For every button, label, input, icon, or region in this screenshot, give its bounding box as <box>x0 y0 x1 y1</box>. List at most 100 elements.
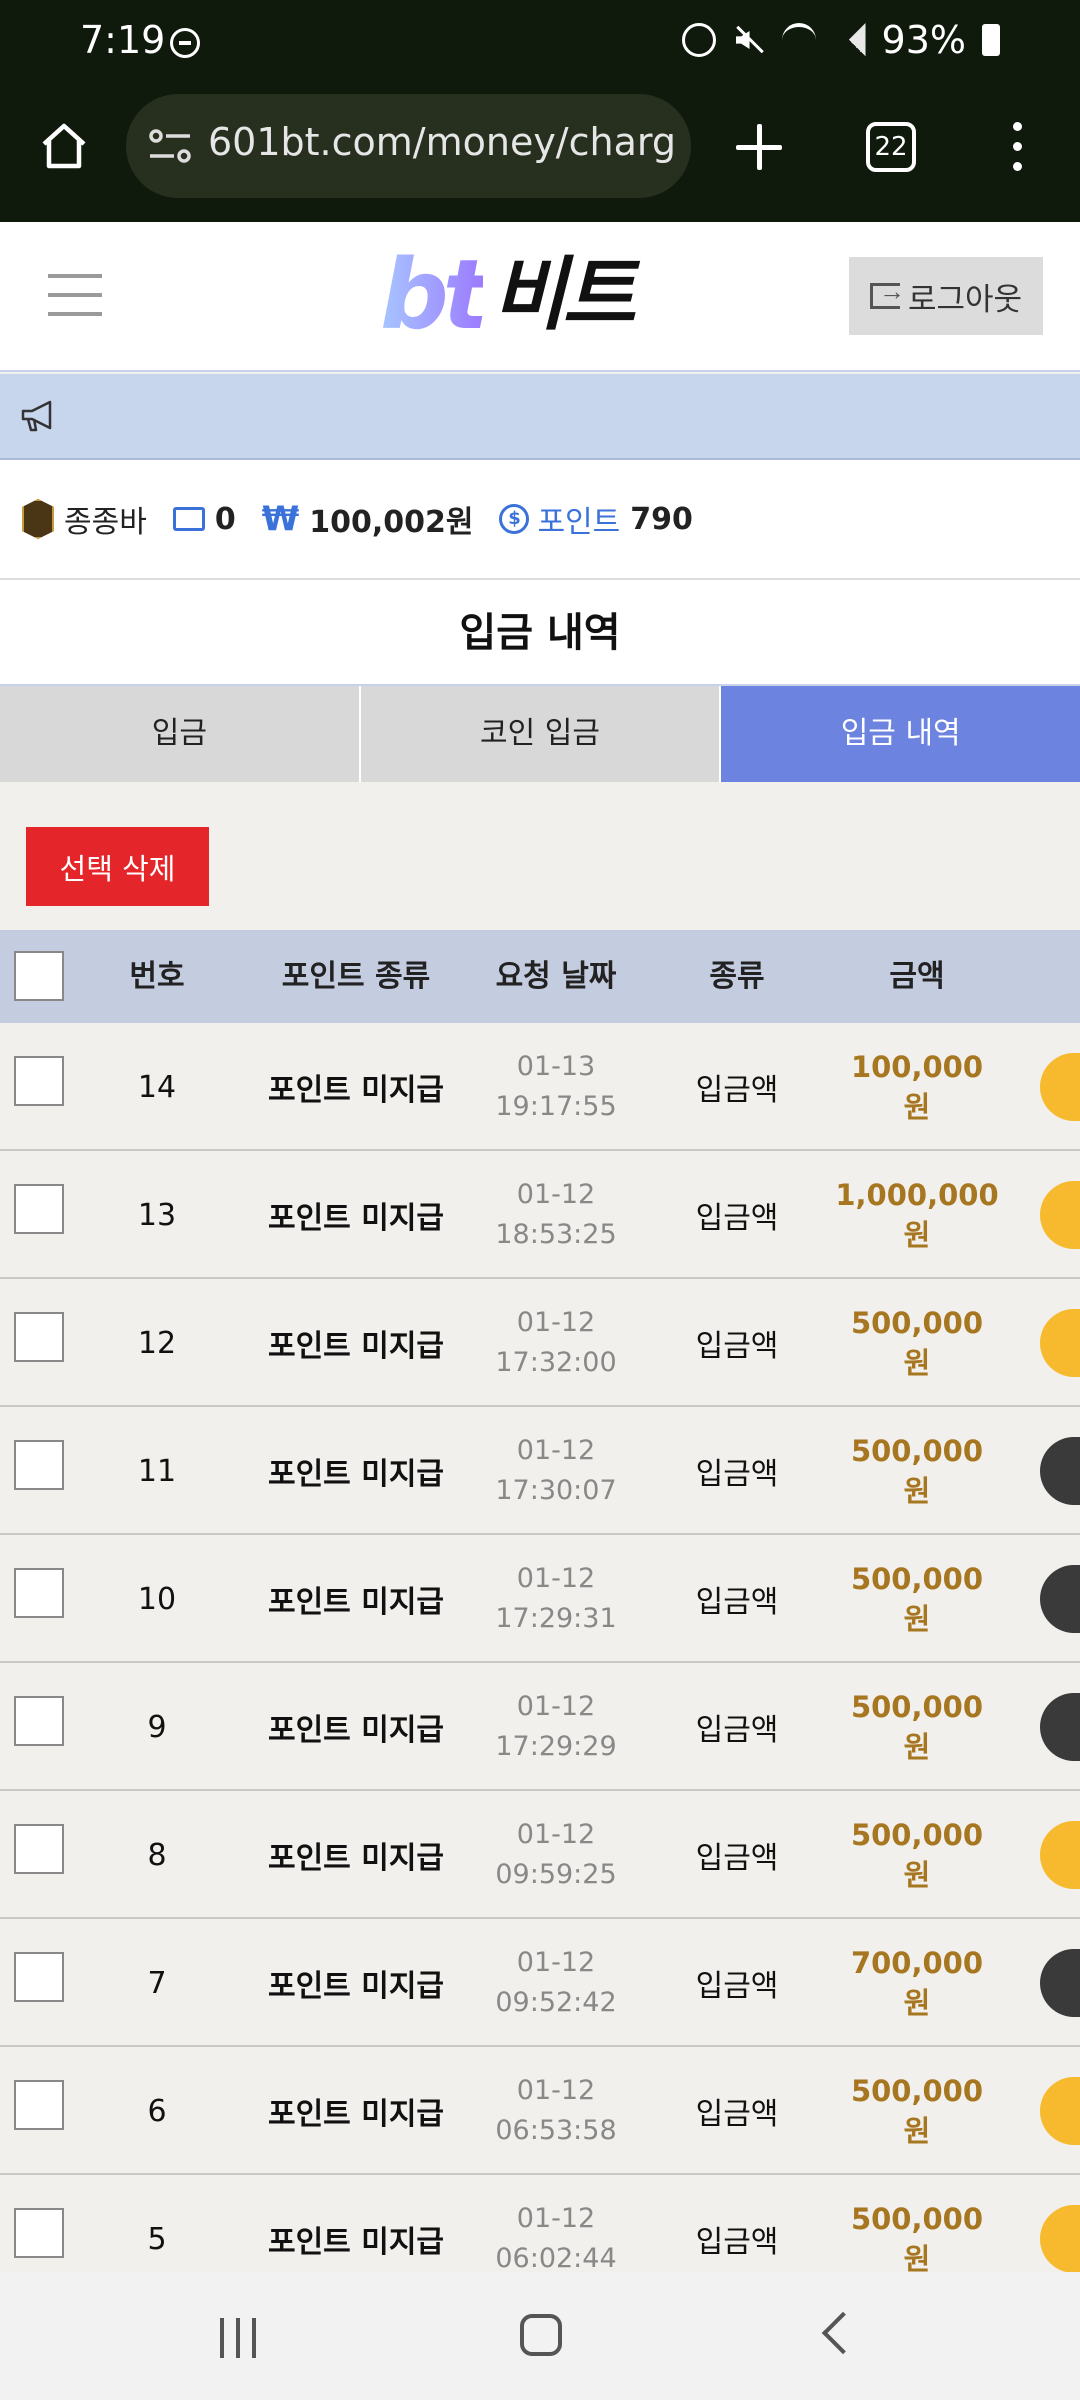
row-date-day: 01-12 <box>516 1947 596 1978</box>
row-date-day: 01-13 <box>516 1051 596 1082</box>
row-status-badge[interactable] <box>1040 1821 1080 1889</box>
back-icon[interactable] <box>821 2311 865 2355</box>
row-checkbox[interactable] <box>14 1184 64 1234</box>
signal-icon <box>831 23 866 57</box>
row-amount-value: 700,000 <box>850 1946 984 1980</box>
row-point-type: 포인트 미지급 <box>267 1713 445 1748</box>
row-point-type: 포인트 미지급 <box>267 1841 445 1876</box>
tab-coin-deposit[interactable]: 코인 입금 <box>360 686 722 782</box>
table-row: 8 포인트 미지급 01-12 09:59:25 입금액 500,000 원 <box>0 1791 1080 1919</box>
row-number: 13 <box>137 1197 177 1233</box>
row-checkbox[interactable] <box>14 1952 64 2002</box>
row-amount-unit: 원 <box>903 2114 931 2148</box>
tab-deposit[interactable]: 입금 <box>0 686 361 782</box>
home-icon[interactable] <box>38 120 90 172</box>
status-icons: 93% <box>681 18 1000 62</box>
select-all-checkbox[interactable] <box>14 951 64 1001</box>
recent-apps-icon[interactable] <box>218 2318 258 2358</box>
row-checkbox[interactable] <box>14 1312 64 1362</box>
row-point-type: 포인트 미지급 <box>267 1201 445 1236</box>
page-title: 입금 내역 <box>0 580 1080 686</box>
row-checkbox[interactable] <box>14 1440 64 1490</box>
row-status-badge[interactable] <box>1040 1693 1080 1761</box>
message-count[interactable]: 0 <box>215 502 236 537</box>
tab-bar: 입금 코인 입금 입금 내역 <box>0 686 1080 782</box>
row-amount-value: 500,000 <box>850 1818 984 1852</box>
row-number: 7 <box>147 1965 167 2001</box>
row-date-day: 01-12 <box>516 1563 596 1594</box>
row-status-badge[interactable] <box>1040 1949 1080 2017</box>
do-not-disturb-icon <box>170 28 200 58</box>
row-status-badge[interactable] <box>1040 2077 1080 2145</box>
row-number: 14 <box>137 1069 177 1105</box>
row-date-day: 01-12 <box>516 1819 596 1850</box>
tab-switcher-button[interactable]: 22 <box>866 122 916 172</box>
alarm-icon <box>681 23 716 57</box>
home-button-icon[interactable] <box>520 2314 562 2356</box>
row-amount: 100,000 원 <box>832 1023 1002 1151</box>
row-date-day: 01-12 <box>516 1179 596 1210</box>
row-status-badge[interactable] <box>1040 1309 1080 1377</box>
row-amount: 500,000 원 <box>832 1279 1002 1407</box>
row-kind: 입금액 <box>695 1457 779 1492</box>
point-label: 포인트 <box>537 505 621 540</box>
header-date: 요청 날짜 <box>495 959 617 994</box>
address-bar[interactable]: 601bt.com/money/charge-l <box>126 94 691 198</box>
row-checkbox[interactable] <box>14 1568 64 1618</box>
row-date-time: 17:30:07 <box>495 1475 617 1506</box>
row-amount: 1,000,000 원 <box>832 1151 1002 1279</box>
logout-button[interactable]: 로그아웃 <box>849 257 1043 335</box>
row-date-time: 18:53:25 <box>495 1219 617 1250</box>
row-date: 01-12 06:53:58 <box>470 2047 642 2175</box>
won-icon: ₩ <box>261 499 300 539</box>
row-checkbox[interactable] <box>14 2080 64 2130</box>
site-logo[interactable]: bt 비트 <box>380 247 700 343</box>
row-amount: 500,000 원 <box>832 1663 1002 1791</box>
row-date-time: 09:59:25 <box>495 1859 617 1890</box>
row-status-badge[interactable] <box>1040 1565 1080 1633</box>
header-no: 번호 <box>129 959 185 994</box>
row-checkbox[interactable] <box>14 1056 64 1106</box>
table-body: 14 포인트 미지급 01-13 19:17:55 입금액 100,000 원 13 포인트 미… <box>0 1023 1080 2303</box>
table-row: 7 포인트 미지급 01-12 09:52:42 입금액 700,000 원 <box>0 1919 1080 2047</box>
browser-toolbar: 601bt.com/money/charge-l 22 <box>0 88 1080 222</box>
row-point-type: 포인트 미지급 <box>267 1585 445 1620</box>
row-point-type: 포인트 미지급 <box>267 1073 445 1108</box>
table-row: 10 포인트 미지급 01-12 17:29:31 입금액 500,000 원 <box>0 1535 1080 1663</box>
row-status-badge[interactable] <box>1040 1437 1080 1505</box>
row-date: 01-13 19:17:55 <box>470 1023 642 1151</box>
mail-icon[interactable] <box>172 507 205 531</box>
row-amount-unit: 원 <box>903 1218 931 1252</box>
row-date-time: 19:17:55 <box>495 1091 617 1122</box>
site-settings-icon[interactable] <box>148 128 192 164</box>
delete-selected-button[interactable]: 선택 삭제 <box>26 827 209 906</box>
row-point-type: 포인트 미지급 <box>267 1457 445 1492</box>
hamburger-menu-icon[interactable] <box>48 272 104 318</box>
row-kind: 입금액 <box>695 1841 779 1876</box>
row-checkbox[interactable] <box>14 2208 64 2258</box>
row-amount-unit: 원 <box>903 1346 931 1380</box>
row-amount: 500,000 원 <box>832 1535 1002 1663</box>
row-checkbox[interactable] <box>14 1696 64 1746</box>
notice-bar <box>0 374 1080 460</box>
row-date-day: 01-12 <box>516 2075 596 2106</box>
mute-icon <box>732 23 766 57</box>
more-menu-icon[interactable] <box>1010 122 1024 172</box>
row-status-badge[interactable] <box>1040 1181 1080 1249</box>
megaphone-icon <box>21 400 52 432</box>
tab-deposit-history[interactable]: 입금 내역 <box>721 686 1080 782</box>
new-tab-icon[interactable] <box>730 118 788 176</box>
row-amount-unit: 원 <box>903 1986 931 2020</box>
logout-icon <box>869 276 905 309</box>
row-status-badge[interactable] <box>1040 2205 1080 2273</box>
row-kind: 입금액 <box>695 1201 779 1236</box>
row-status-badge[interactable] <box>1040 1053 1080 1121</box>
row-checkbox[interactable] <box>14 1824 64 1874</box>
site-header: bt 비트 로그아웃 <box>0 222 1080 372</box>
row-date: 01-12 17:32:00 <box>470 1279 642 1407</box>
android-nav-bar <box>0 2272 1080 2400</box>
row-kind: 입금액 <box>695 1713 779 1748</box>
row-point-type: 포인트 미지급 <box>267 2097 445 2132</box>
point-coin-icon: $ <box>499 504 530 534</box>
table-row: 6 포인트 미지급 01-12 06:53:58 입금액 500,000 원 <box>0 2047 1080 2175</box>
